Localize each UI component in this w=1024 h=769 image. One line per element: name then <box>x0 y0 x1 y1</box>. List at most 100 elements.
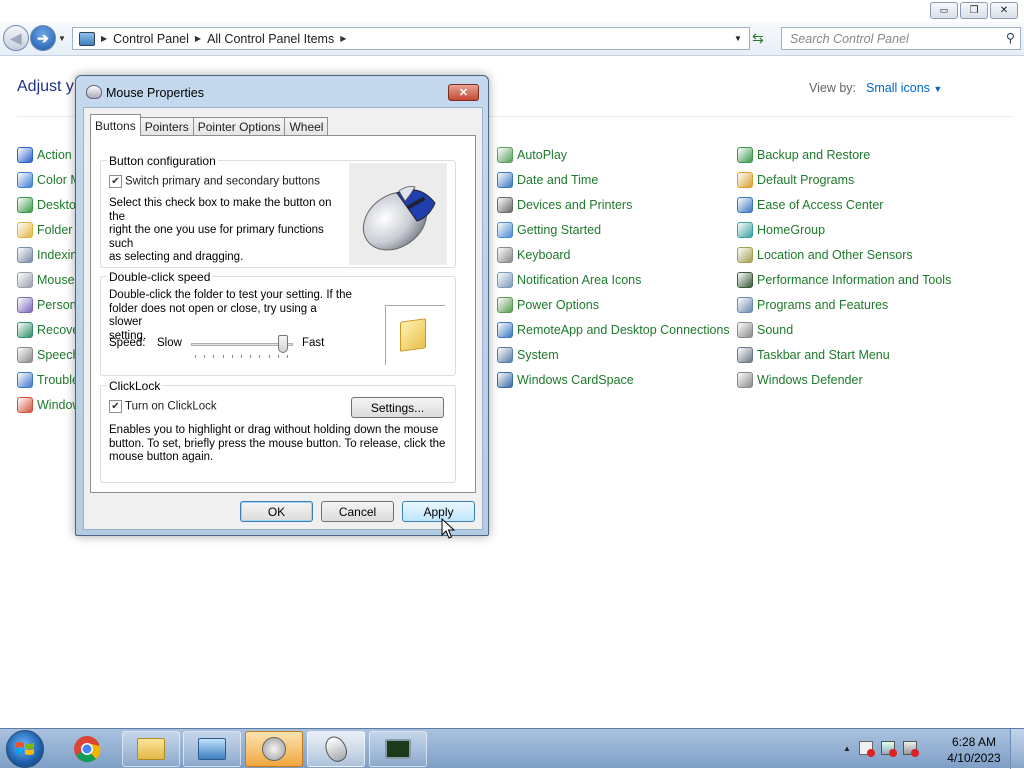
address-dropdown-button[interactable]: ▼ <box>734 34 742 43</box>
control-panel-item[interactable]: Power Options <box>497 295 599 315</box>
control-panel-item[interactable]: AutoPlay <box>497 145 567 165</box>
forward-button[interactable]: ➔ <box>30 25 56 51</box>
breadcrumb-all-items[interactable]: All Control Panel Items <box>207 32 334 46</box>
desc-line: Enables you to highlight or drag without… <box>109 424 439 436</box>
desc-line: folder does not open or close, try using… <box>109 302 317 329</box>
mouse-properties-taskbar-button[interactable] <box>307 731 365 767</box>
control-panel-item[interactable]: Desktop <box>17 195 83 215</box>
ok-button[interactable]: OK <box>240 501 313 522</box>
desc-line: Select this check box to make the button… <box>109 197 332 223</box>
control-panel-item-label: Windows Defender <box>757 373 863 387</box>
view-by-label: View by: <box>809 81 857 95</box>
dialog-close-button[interactable]: ✕ <box>448 84 479 101</box>
start-button[interactable] <box>6 730 44 768</box>
back-button[interactable]: ◀ <box>3 25 29 51</box>
control-panel-item[interactable]: Recove <box>17 320 79 340</box>
search-input[interactable]: Search Control Panel ⚲ <box>781 27 1021 50</box>
show-hidden-icons-button[interactable]: ▲ <box>843 744 851 753</box>
control-panel-item[interactable]: Speech <box>17 345 79 365</box>
tab-pointers[interactable]: Pointers <box>139 117 194 136</box>
slider-thumb[interactable] <box>278 335 289 353</box>
control-panel-item[interactable]: Ease of Access Center <box>737 195 883 215</box>
tab-strip: Buttons Pointers Pointer Options Wheel <box>90 114 329 136</box>
control-panel-item[interactable]: System <box>497 345 559 365</box>
notification-area: ▲ <box>843 741 919 757</box>
control-panel-item[interactable]: Persona <box>17 295 84 315</box>
control-panel-item[interactable]: Color M <box>17 170 81 190</box>
system-clock[interactable]: 6:28 AM 4/10/2023 <box>944 734 1004 766</box>
control-panel-item[interactable]: HomeGroup <box>737 220 825 240</box>
control-panel-item-label: RemoteApp and Desktop Connections <box>517 323 730 337</box>
control-panel-item[interactable]: Date and Time <box>497 170 598 190</box>
sound-taskbar-button[interactable] <box>245 731 303 767</box>
search-icon[interactable]: ⚲ <box>1006 30 1015 45</box>
control-panel-item-label: Mouse <box>37 273 75 287</box>
breadcrumb-control-panel[interactable]: Control Panel <box>113 32 189 46</box>
control-panel-taskbar-button[interactable] <box>183 731 241 767</box>
control-panel-item-label: Programs and Features <box>757 298 889 312</box>
performance-monitor-taskbar-button[interactable] <box>369 731 427 767</box>
recent-pages-dropdown[interactable]: ▼ <box>58 34 66 43</box>
switch-buttons-option[interactable]: ✔ Switch primary and secondary buttons <box>109 175 320 188</box>
control-panel-item[interactable]: Taskbar and Start Menu <box>737 345 890 365</box>
control-panel-item[interactable]: Notification Area Icons <box>497 270 641 290</box>
control-panel-item[interactable]: Windows CardSpace <box>497 370 634 390</box>
control-panel-item[interactable]: Getting Started <box>497 220 601 240</box>
control-panel-item[interactable]: Programs and Features <box>737 295 888 315</box>
control-panel-item[interactable]: Devices and Printers <box>497 195 632 215</box>
apply-button[interactable]: Apply <box>402 501 475 522</box>
control-panel-item[interactable]: Action <box>17 145 72 165</box>
close-window-button[interactable]: ✕ <box>990 2 1018 19</box>
slider-tick <box>287 355 288 358</box>
control-panel-item[interactable]: Default Programs <box>737 170 854 190</box>
address-bar[interactable]: ▶ Control Panel ▶ All Control Panel Item… <box>72 27 750 50</box>
double-click-speed-slider[interactable] <box>191 335 293 361</box>
control-panel-item[interactable]: Backup and Restore <box>737 145 870 165</box>
control-panel-item[interactable]: RemoteApp and Desktop Connections <box>497 320 730 340</box>
control-panel-item[interactable]: Location and Other Sensors <box>737 245 913 265</box>
slider-tick <box>241 355 242 358</box>
minimize-button[interactable]: ▭ <box>930 2 958 19</box>
explorer-taskbar-button[interactable] <box>122 731 180 767</box>
tab-pointer-options[interactable]: Pointer Options <box>192 117 286 136</box>
taskbar: ▲ 6:28 AM 4/10/2023 <box>0 728 1024 769</box>
slow-label: Slow <box>157 337 182 349</box>
chrome-taskbar-button[interactable] <box>58 731 116 767</box>
search-placeholder: Search Control Panel <box>790 32 909 46</box>
slider-tick <box>222 355 224 358</box>
tab-wheel[interactable]: Wheel <box>284 117 329 136</box>
clicklock-checkbox[interactable]: ✔ <box>109 400 122 413</box>
maximize-button[interactable]: ❐ <box>960 2 988 19</box>
control-panel-item[interactable]: Keyboard <box>497 245 571 265</box>
breadcrumb-chevron-icon: ▶ <box>194 34 202 43</box>
network-icon[interactable] <box>880 741 897 757</box>
test-folder-area[interactable] <box>385 305 445 365</box>
show-desktop-button[interactable] <box>1010 729 1024 769</box>
control-panel-item[interactable]: Window <box>17 395 81 415</box>
control-panel-item-icon <box>737 147 753 163</box>
slider-tick <box>213 355 215 358</box>
clicklock-option[interactable]: ✔ Turn on ClickLock <box>109 400 217 413</box>
control-panel-item[interactable]: Sound <box>737 320 793 340</box>
clicklock-settings-button[interactable]: Settings... <box>351 397 444 418</box>
breadcrumb-chevron-icon: ▶ <box>101 34 108 43</box>
cancel-button[interactable]: Cancel <box>321 501 394 522</box>
control-panel-item[interactable]: Performance Information and Tools <box>737 270 951 290</box>
control-panel-item-icon <box>17 172 33 188</box>
control-panel-item[interactable]: Indexin <box>17 245 77 265</box>
tab-buttons[interactable]: Buttons <box>90 114 141 136</box>
refresh-button[interactable]: ⇆ <box>752 30 764 47</box>
control-panel-item-icon <box>737 322 753 338</box>
fast-label: Fast <box>302 337 325 349</box>
control-panel-item-icon <box>17 372 33 388</box>
desc-line: as selecting and dragging. <box>109 251 244 263</box>
switch-buttons-checkbox[interactable]: ✔ <box>109 175 122 188</box>
control-panel-item[interactable]: Mouse <box>17 270 75 290</box>
view-by-dropdown[interactable]: Small icons ▼ <box>866 81 942 95</box>
switch-buttons-label: Switch primary and secondary buttons <box>125 175 320 188</box>
volume-muted-icon[interactable] <box>902 741 919 757</box>
action-center-icon[interactable] <box>858 741 875 757</box>
control-panel-item[interactable]: Trouble <box>17 370 79 390</box>
control-panel-item[interactable]: Windows Defender <box>737 370 863 390</box>
speed-label: Speed: <box>109 337 146 349</box>
